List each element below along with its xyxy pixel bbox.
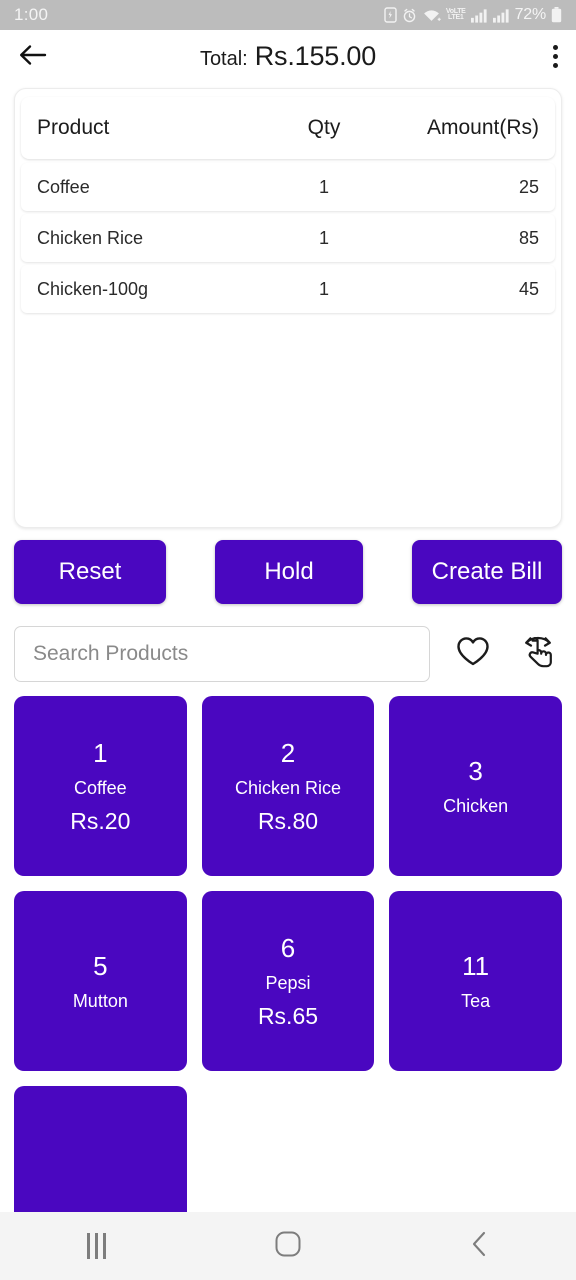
total-label: Total: — [199, 47, 248, 70]
product-price: Rs.20 — [70, 807, 131, 834]
signal-bars-icon — [470, 8, 488, 23]
page-title: Total: Rs.155.00 — [0, 41, 576, 72]
cell-amount: 45 — [518, 278, 539, 299]
column-header-amount: Amount(Rs) — [426, 116, 539, 139]
home-icon — [274, 1230, 302, 1263]
search-row — [0, 604, 576, 682]
cell-amount: 85 — [518, 227, 539, 248]
product-name: Coffee — [73, 777, 127, 798]
back-button[interactable] — [18, 43, 48, 70]
product-card[interactable]: 3 Chicken — [389, 696, 562, 876]
cell-product: Chicken Rice — [37, 227, 144, 248]
table-row[interactable]: Coffee 1 25 — [21, 163, 555, 211]
product-name: Tea — [461, 990, 491, 1011]
product-id: 2 — [280, 737, 296, 768]
table-row[interactable]: Chicken-100g 1 45 — [21, 265, 555, 313]
product-id: 5 — [93, 950, 108, 981]
column-header-product: Product — [37, 116, 110, 139]
product-card[interactable]: 1 Coffee Rs.20 — [14, 696, 187, 876]
product-price: Rs.80 — [257, 807, 319, 834]
product-id: 11 — [462, 950, 490, 981]
table-row[interactable]: Chicken Rice 1 85 — [21, 214, 555, 262]
alarm-icon — [402, 8, 417, 23]
battery-percent-label: 72% — [514, 6, 547, 23]
product-name: Chicken — [443, 795, 509, 816]
status-bar-clock: 1:00 — [14, 5, 49, 24]
hold-button[interactable]: Hold — [215, 540, 363, 604]
reset-button[interactable]: Reset — [14, 540, 166, 604]
product-price: Rs.65 — [257, 1002, 319, 1029]
cell-qty: 1 — [318, 176, 329, 197]
cart-table-header: Product Qty Amount(Rs) — [21, 97, 555, 159]
product-id: 6 — [280, 932, 296, 963]
nav-back-button[interactable] — [420, 1212, 540, 1280]
app-screen: 1:00 VoLTE LTE1 72% Total: Rs.155.00 Pro… — [0, 0, 576, 1280]
overflow-menu-button[interactable] — [553, 44, 558, 68]
sim-card-icon — [384, 7, 397, 23]
cart-receipt-card: Product Qty Amount(Rs) Coffee 1 25 Chick… — [14, 88, 562, 528]
system-nav-bar — [0, 1212, 576, 1280]
cart-actions: Reset Hold Create Bill — [0, 528, 576, 604]
cell-product: Chicken-100g — [37, 278, 149, 299]
cell-qty: 1 — [318, 278, 329, 299]
battery-icon — [551, 7, 562, 23]
nav-home-button[interactable] — [228, 1212, 348, 1280]
product-grid: 1 Coffee Rs.20 2 Chicken Rice Rs.80 3 Ch… — [0, 682, 576, 1266]
recents-icon — [86, 1233, 106, 1259]
nav-recents-button[interactable] — [36, 1212, 156, 1280]
product-name: Mutton — [72, 990, 128, 1011]
heart-icon — [456, 636, 490, 672]
column-header-qty: Qty — [307, 116, 341, 139]
favorites-button[interactable] — [448, 636, 497, 672]
product-card[interactable]: 5 Mutton — [14, 891, 187, 1071]
cell-qty: 1 — [318, 227, 329, 248]
swipe-gesture-icon — [519, 632, 557, 677]
signal-bars-icon — [492, 8, 510, 23]
more-vertical-icon — [553, 44, 558, 50]
app-bar: Total: Rs.155.00 — [0, 30, 576, 82]
product-card[interactable]: 6 Pepsi Rs.65 — [201, 891, 375, 1071]
product-id: 3 — [468, 755, 483, 786]
wifi-icon — [422, 8, 441, 23]
product-name: Chicken Rice — [234, 777, 342, 798]
product-card[interactable]: 11 Tea — [389, 891, 562, 1071]
create-bill-button[interactable]: Create Bill — [412, 540, 562, 604]
swipe-mode-button[interactable] — [513, 632, 562, 677]
back-chevron-icon — [469, 1230, 491, 1263]
product-card[interactable]: 2 Chicken Rice Rs.80 — [201, 696, 375, 876]
cell-amount: 25 — [518, 176, 539, 197]
product-id: 1 — [93, 737, 108, 768]
arrow-left-icon — [18, 43, 48, 70]
volte-icon: VoLTE LTE1 — [445, 8, 466, 21]
cell-product: Coffee — [37, 176, 90, 197]
status-bar-icons: VoLTE LTE1 72% — [384, 6, 562, 24]
total-amount: Rs.155.00 — [254, 40, 377, 71]
more-vertical-icon — [553, 53, 558, 59]
product-name: Pepsi — [265, 972, 311, 993]
search-input[interactable] — [14, 626, 430, 682]
status-bar: 1:00 VoLTE LTE1 72% — [0, 0, 576, 30]
more-vertical-icon — [553, 62, 558, 68]
